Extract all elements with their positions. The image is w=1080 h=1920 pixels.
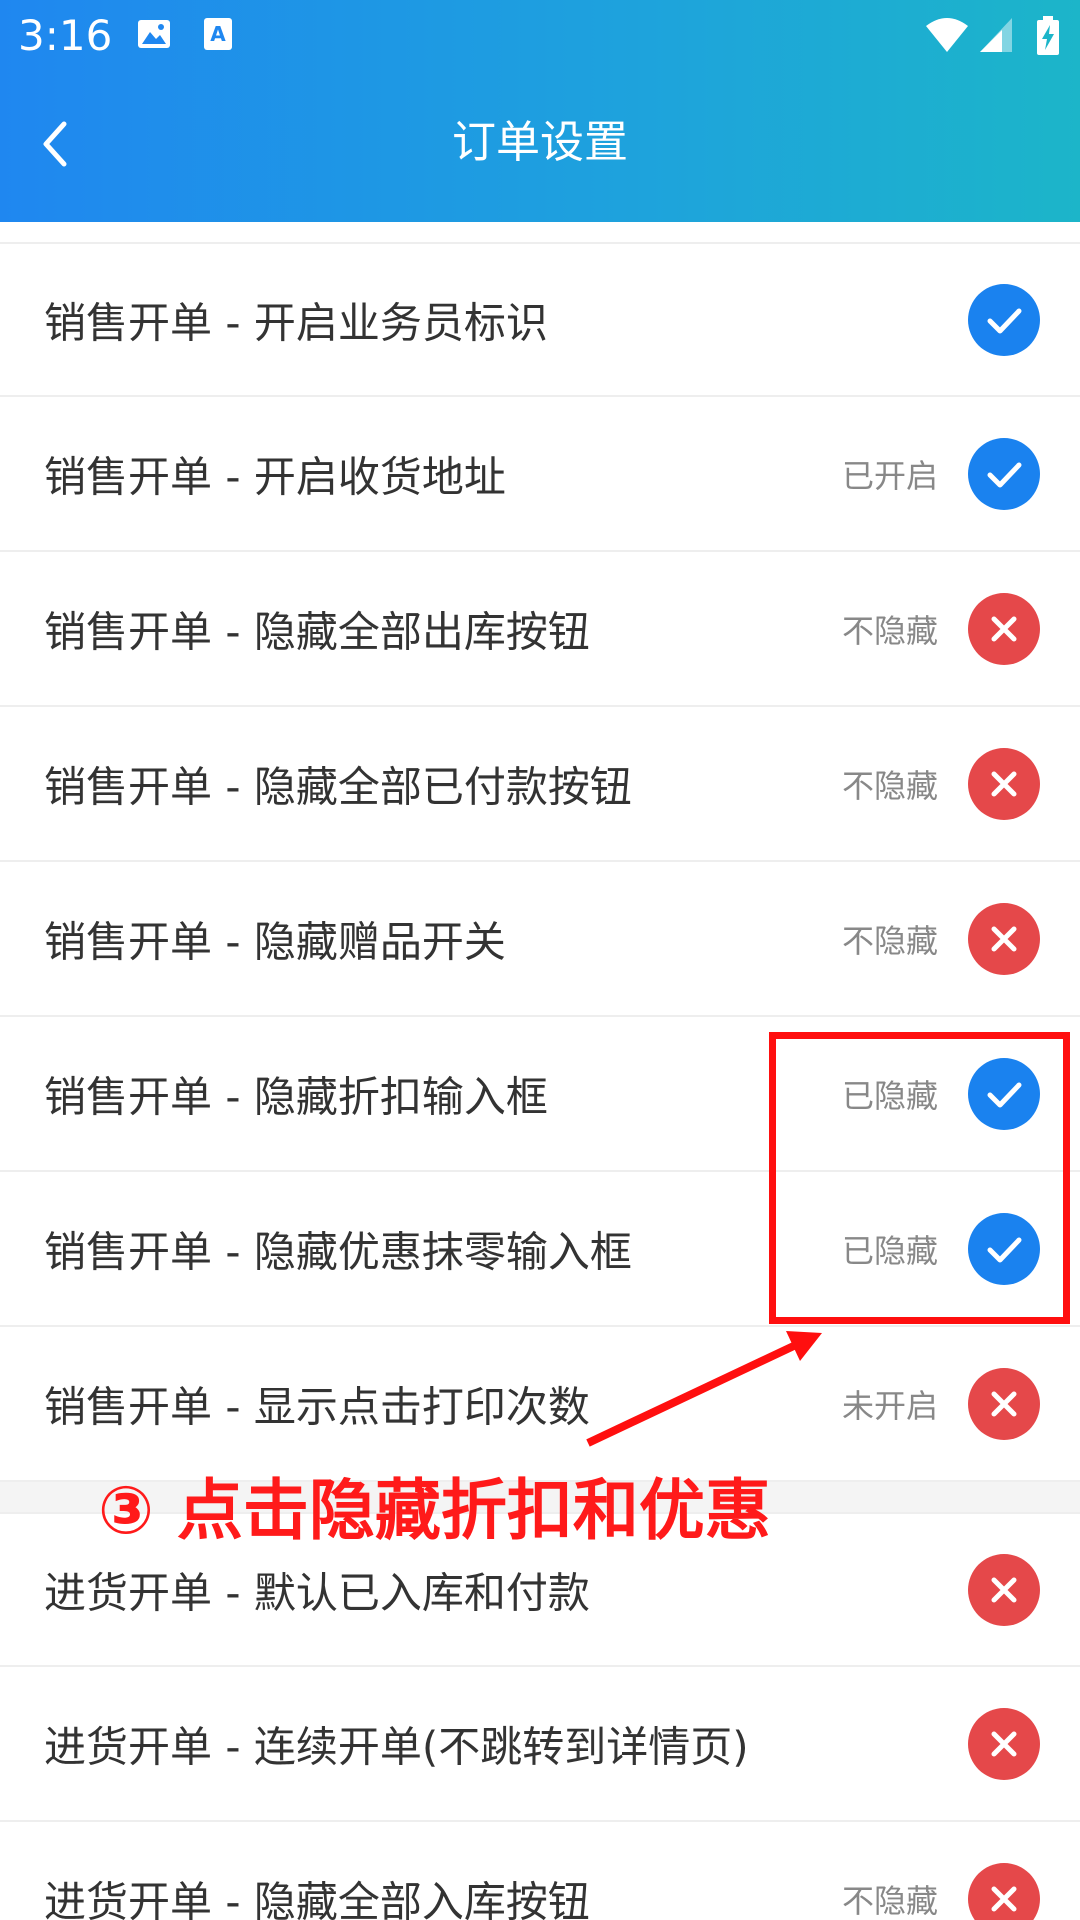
setting-label: 销售开单 - 隐藏全部已付款按钮 (44, 762, 632, 811)
setting-row[interactable]: 进货开单 - 连续开单(不跳转到详情页) (0, 1667, 1080, 1822)
setting-row[interactable]: 销售开单 - 开启业务员标识 (0, 242, 1080, 397)
close-icon (991, 926, 1017, 951)
close-icon (991, 1391, 1017, 1416)
toggle-check-button[interactable] (968, 283, 1040, 356)
setting-label: 进货开单 - 默认已入库和付款 (44, 1568, 590, 1617)
setting-label: 销售开单 - 隐藏优惠抹零输入框 (44, 1227, 632, 1276)
setting-label: 销售开单 - 开启业务员标识 (44, 298, 548, 347)
battery-charging-icon (1036, 16, 1060, 60)
close-icon (991, 1577, 1017, 1602)
toggle-cross-button[interactable] (968, 592, 1040, 665)
setting-status: 不隐藏 (841, 1881, 938, 1920)
setting-status: 不隐藏 (841, 611, 938, 650)
check-icon (987, 462, 1022, 487)
close-icon (991, 1731, 1017, 1756)
setting-label: 销售开单 - 隐藏全部出库按钮 (44, 607, 590, 656)
setting-row[interactable]: 进货开单 - 隐藏全部入库按钮 不隐藏 (0, 1822, 1080, 1920)
annotation-text: ③ 点击隐藏折扣和优惠 (98, 1472, 771, 1549)
toggle-cross-button[interactable] (968, 747, 1040, 820)
toggle-cross-button[interactable] (968, 1862, 1040, 1920)
app-bar: 3:16 A 订单设置 (0, 0, 1080, 222)
close-icon (991, 1886, 1017, 1911)
order-settings-screen: 3:16 A 订单设置 销售开单 - 开启业务员标识 销售开单 - 开启收货地址… (0, 0, 1080, 1920)
setting-label: 销售开单 - 开启收货地址 (44, 452, 506, 501)
setting-status: 不隐藏 (841, 766, 938, 805)
page-title: 订单设置 (452, 117, 628, 168)
highlight-box (769, 1032, 1070, 1324)
setting-status: 已开启 (841, 456, 938, 495)
setting-label: 进货开单 - 连续开单(不跳转到详情页) (44, 1722, 749, 1771)
setting-status: 未开启 (841, 1386, 938, 1425)
setting-status: 不隐藏 (841, 921, 938, 960)
setting-row[interactable]: 销售开单 - 开启收货地址 已开启 (0, 397, 1080, 552)
status-bar: 3:16 A (0, 0, 1080, 72)
setting-label: 销售开单 - 隐藏赠品开关 (44, 917, 506, 966)
title-row: 订单设置 (0, 90, 1080, 200)
close-icon (991, 771, 1017, 796)
toggle-cross-button[interactable] (968, 1707, 1040, 1780)
toggle-cross-button[interactable] (968, 1367, 1040, 1440)
image-icon (136, 16, 172, 56)
svg-text:A: A (210, 22, 226, 46)
setting-label: 销售开单 - 显示点击打印次数 (44, 1382, 590, 1431)
toggle-cross-button[interactable] (968, 1553, 1040, 1626)
wifi-icon (924, 16, 970, 58)
signal-icon (978, 16, 1014, 58)
check-icon (987, 308, 1022, 333)
toggle-check-button[interactable] (968, 437, 1040, 510)
setting-row[interactable]: 销售开单 - 隐藏赠品开关 不隐藏 (0, 862, 1080, 1017)
setting-row[interactable]: 销售开单 - 隐藏全部已付款按钮 不隐藏 (0, 707, 1080, 862)
close-icon (991, 616, 1017, 641)
toggle-cross-button[interactable] (968, 902, 1040, 975)
font-download-icon: A (202, 16, 234, 56)
setting-row[interactable]: 销售开单 - 显示点击打印次数 未开启 (0, 1327, 1080, 1482)
setting-label: 销售开单 - 隐藏折扣输入框 (44, 1072, 548, 1121)
setting-row[interactable]: 销售开单 - 隐藏全部出库按钮 不隐藏 (0, 552, 1080, 707)
status-time: 3:16 (18, 11, 113, 60)
setting-label: 进货开单 - 隐藏全部入库按钮 (44, 1877, 590, 1920)
